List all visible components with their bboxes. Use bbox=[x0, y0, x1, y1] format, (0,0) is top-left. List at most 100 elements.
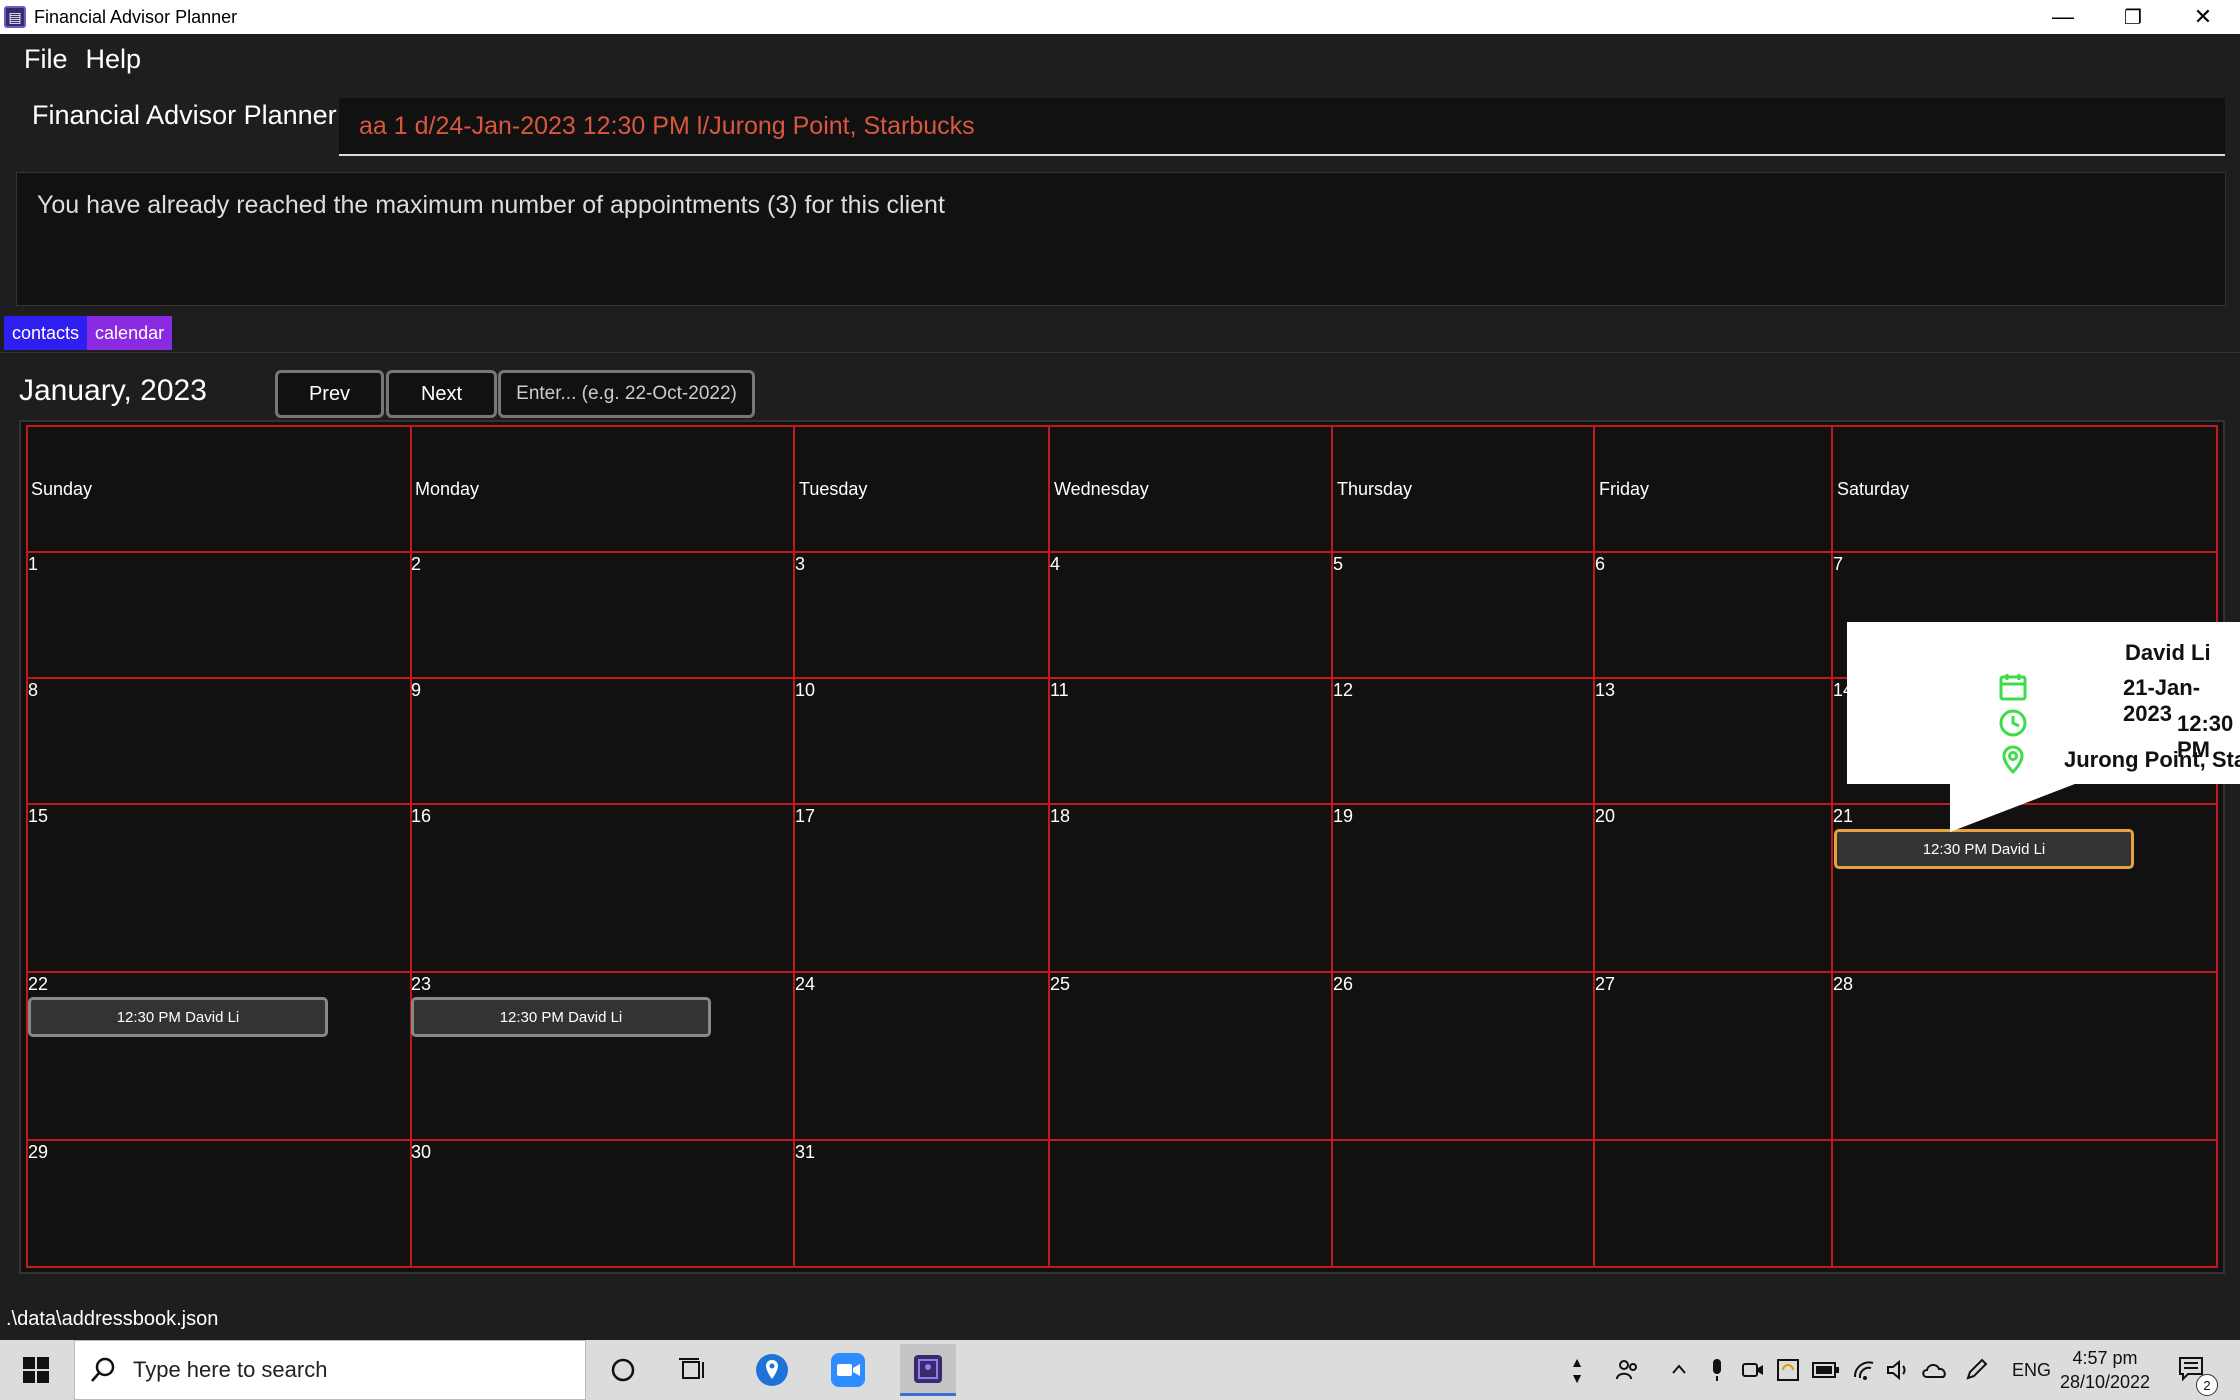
date-cell-4[interactable]: 4 bbox=[1050, 554, 1060, 575]
camera-icon[interactable] bbox=[1742, 1340, 1764, 1400]
volume-icon[interactable] bbox=[1886, 1340, 1912, 1400]
grid-line bbox=[26, 971, 2218, 973]
battery-icon[interactable] bbox=[1812, 1340, 1840, 1400]
calendar-icon bbox=[1999, 674, 2027, 701]
clock-date: 28/10/2022 bbox=[2059, 1372, 2151, 1392]
grid-line bbox=[26, 1266, 2218, 1268]
notification-center-icon[interactable]: 2 bbox=[2178, 1340, 2218, 1400]
next-button[interactable]: Next bbox=[386, 370, 497, 418]
date-cell-20[interactable]: 20 bbox=[1595, 806, 1615, 827]
window-title: Financial Advisor Planner bbox=[34, 6, 238, 27]
day-header-sunday: Sunday bbox=[31, 479, 93, 499]
date-cell-8[interactable]: 8 bbox=[28, 680, 38, 701]
onedrive-cloud-icon[interactable] bbox=[1920, 1340, 1950, 1400]
date-cell-25[interactable]: 25 bbox=[1050, 974, 1070, 995]
date-cell-27[interactable]: 27 bbox=[1595, 974, 1615, 995]
date-cell-5[interactable]: 5 bbox=[1333, 554, 1343, 575]
day-header-friday: Friday bbox=[1599, 479, 1650, 499]
show-hidden-icons-chevron-icon[interactable] bbox=[1670, 1340, 1688, 1400]
tab-contacts[interactable]: contacts bbox=[4, 316, 88, 350]
task-view-icon[interactable] bbox=[672, 1348, 716, 1392]
date-cell-10[interactable]: 10 bbox=[795, 680, 815, 701]
windows-logo-icon bbox=[23, 1357, 49, 1383]
restore-button[interactable]: ❐ bbox=[2098, 0, 2168, 34]
sync-icon[interactable] bbox=[1776, 1340, 1800, 1400]
jump-date-input[interactable]: Enter... (e.g. 22-Oct-2022) bbox=[498, 370, 755, 418]
search-placeholder: Type here to search bbox=[133, 1357, 328, 1382]
tray-scroll-arrows[interactable]: ▲ ▼ bbox=[1565, 1340, 1589, 1400]
date-cell-16[interactable]: 16 bbox=[411, 806, 431, 827]
date-cell-7[interactable]: 7 bbox=[1833, 554, 1843, 575]
date-cell-26[interactable]: 26 bbox=[1333, 974, 1353, 995]
command-input[interactable]: aa 1 d/24-Jan-2023 12:30 PM l/Jurong Poi… bbox=[339, 98, 2225, 156]
result-display: You have already reached the maximum num… bbox=[16, 172, 2226, 306]
date-cell-9[interactable]: 9 bbox=[411, 680, 421, 701]
app-window: ▤ Financial Advisor Planner — ❐ ✕ File H… bbox=[0, 0, 2240, 1400]
appointment-22[interactable]: 12:30 PM David Li bbox=[28, 997, 328, 1037]
date-cell-19[interactable]: 19 bbox=[1333, 806, 1353, 827]
planner-app-taskbar-icon[interactable] bbox=[900, 1344, 956, 1396]
popover-location: Jurong Point, Star bbox=[2064, 747, 2240, 772]
command-area: Financial Advisor Planner aa 1 d/24-Jan-… bbox=[0, 84, 2240, 164]
taskbar: Type here to search ▲ ▼ ENG 4:57 pm 28/1… bbox=[0, 1340, 2240, 1400]
tab-bar: contacts calendar bbox=[4, 316, 173, 350]
clock-time: 4:57 pm bbox=[2072, 1348, 2138, 1368]
search-icon bbox=[91, 1357, 115, 1382]
popover-client-name: David Li bbox=[2125, 640, 2211, 665]
date-cell-17[interactable]: 17 bbox=[795, 806, 815, 827]
zoom-app-icon[interactable] bbox=[826, 1348, 870, 1392]
grid-line bbox=[26, 425, 2218, 427]
date-cell-13[interactable]: 13 bbox=[1595, 680, 1615, 701]
wifi-icon[interactable] bbox=[1852, 1340, 1878, 1400]
menu-bar: File Help bbox=[0, 34, 2240, 84]
close-button[interactable]: ✕ bbox=[2168, 0, 2238, 34]
date-cell-1[interactable]: 1 bbox=[28, 554, 38, 575]
date-cell-28[interactable]: 28 bbox=[1833, 974, 1853, 995]
menu-help[interactable]: Help bbox=[86, 44, 142, 75]
app-logo-icon: ▤ bbox=[4, 6, 26, 28]
appointment-23[interactable]: 12:30 PM David Li bbox=[411, 997, 711, 1037]
clock-icon bbox=[1999, 709, 2027, 737]
menu-file[interactable]: File bbox=[24, 44, 68, 75]
app-name-label: Financial Advisor Planner bbox=[32, 100, 337, 130]
prev-button[interactable]: Prev bbox=[275, 370, 384, 418]
pen-icon[interactable] bbox=[1964, 1340, 1988, 1400]
location-pin-icon bbox=[2002, 745, 2024, 774]
cortana-icon[interactable] bbox=[601, 1348, 645, 1392]
date-cell-30[interactable]: 30 bbox=[411, 1142, 431, 1163]
minimize-button[interactable]: — bbox=[2028, 0, 2098, 34]
date-cell-21[interactable]: 21 bbox=[1833, 806, 1853, 827]
tab-divider bbox=[0, 352, 2240, 353]
date-cell-29[interactable]: 29 bbox=[28, 1142, 48, 1163]
date-cell-24[interactable]: 24 bbox=[795, 974, 815, 995]
day-header-thursday: Thursday bbox=[1337, 479, 1413, 499]
date-cell-31[interactable]: 31 bbox=[795, 1142, 815, 1163]
grid-line bbox=[26, 1139, 2218, 1141]
title-bar: ▤ Financial Advisor Planner — ❐ ✕ bbox=[0, 0, 2240, 34]
windows-start-button[interactable] bbox=[0, 1340, 72, 1400]
appointment-21[interactable]: 12:30 PM David Li bbox=[1834, 829, 2134, 869]
date-cell-2[interactable]: 2 bbox=[411, 554, 421, 575]
date-cell-18[interactable]: 18 bbox=[1050, 806, 1070, 827]
day-header-tuesday: Tuesday bbox=[799, 479, 868, 499]
date-cell-15[interactable]: 15 bbox=[28, 806, 48, 827]
date-cell-23[interactable]: 23 bbox=[411, 974, 431, 995]
date-cell-22[interactable]: 22 bbox=[28, 974, 48, 995]
notification-badge: 2 bbox=[2196, 1374, 2218, 1396]
month-label: January, 2023 bbox=[19, 374, 207, 407]
people-icon[interactable] bbox=[1614, 1340, 1640, 1400]
tab-calendar[interactable]: calendar bbox=[87, 316, 173, 350]
microphone-icon[interactable] bbox=[1710, 1340, 1724, 1400]
date-cell-3[interactable]: 3 bbox=[795, 554, 805, 575]
taskbar-clock[interactable]: 4:57 pm 28/10/2022 bbox=[2050, 1346, 2160, 1394]
language-indicator[interactable]: ENG bbox=[2012, 1340, 2051, 1400]
day-header-saturday: Saturday bbox=[1837, 479, 1910, 499]
date-cell-12[interactable]: 12 bbox=[1333, 680, 1353, 701]
day-header-monday: Monday bbox=[415, 479, 480, 499]
taskbar-search-box[interactable]: Type here to search bbox=[74, 1340, 586, 1400]
maps-app-icon[interactable] bbox=[750, 1348, 794, 1392]
popover-pointer bbox=[1950, 782, 2080, 832]
grid-line bbox=[26, 803, 2218, 805]
date-cell-6[interactable]: 6 bbox=[1595, 554, 1605, 575]
date-cell-11[interactable]: 11 bbox=[1050, 680, 1069, 701]
